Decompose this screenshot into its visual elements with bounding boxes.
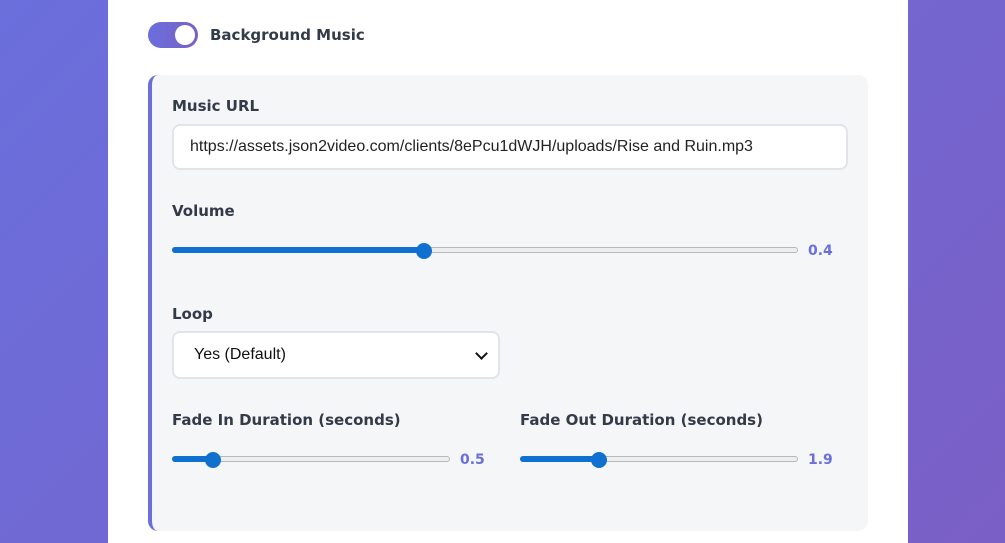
fade-out-value: 1.9 (808, 452, 833, 468)
volume-value: 0.4 (808, 243, 833, 259)
volume-slider-fill (172, 247, 424, 253)
fade-in-value: 0.5 (460, 452, 485, 468)
background-music-label: Background Music (210, 26, 365, 44)
fade-in-slider[interactable] (172, 451, 450, 469)
volume-label: Volume (172, 202, 235, 220)
loop-selected-value: Yes (Default) (194, 346, 286, 363)
volume-slider-thumb[interactable] (416, 243, 432, 259)
fade-in-label: Fade In Duration (seconds) (172, 411, 401, 429)
loop-label: Loop (172, 305, 213, 323)
fade-in-slider-thumb[interactable] (204, 452, 221, 468)
fade-out-slider[interactable] (520, 451, 798, 469)
loop-select[interactable]: Yes (Default) (172, 331, 500, 379)
volume-slider[interactable] (172, 242, 798, 260)
music-settings-card: Music URL Volume 0.4 Loop Yes (Default) … (148, 75, 868, 531)
chevron-down-icon (475, 346, 488, 360)
fade-out-label: Fade Out Duration (seconds) (520, 411, 763, 429)
music-url-input[interactable] (172, 124, 848, 170)
background-music-row: Background Music (148, 22, 365, 48)
music-url-label: Music URL (172, 97, 260, 115)
background-music-toggle[interactable] (148, 22, 198, 48)
settings-panel: Background Music Music URL Volume 0.4 Lo… (108, 0, 908, 543)
fade-out-slider-thumb[interactable] (591, 452, 608, 468)
fade-out-slider-fill (520, 456, 600, 462)
toggle-knob (175, 25, 195, 45)
